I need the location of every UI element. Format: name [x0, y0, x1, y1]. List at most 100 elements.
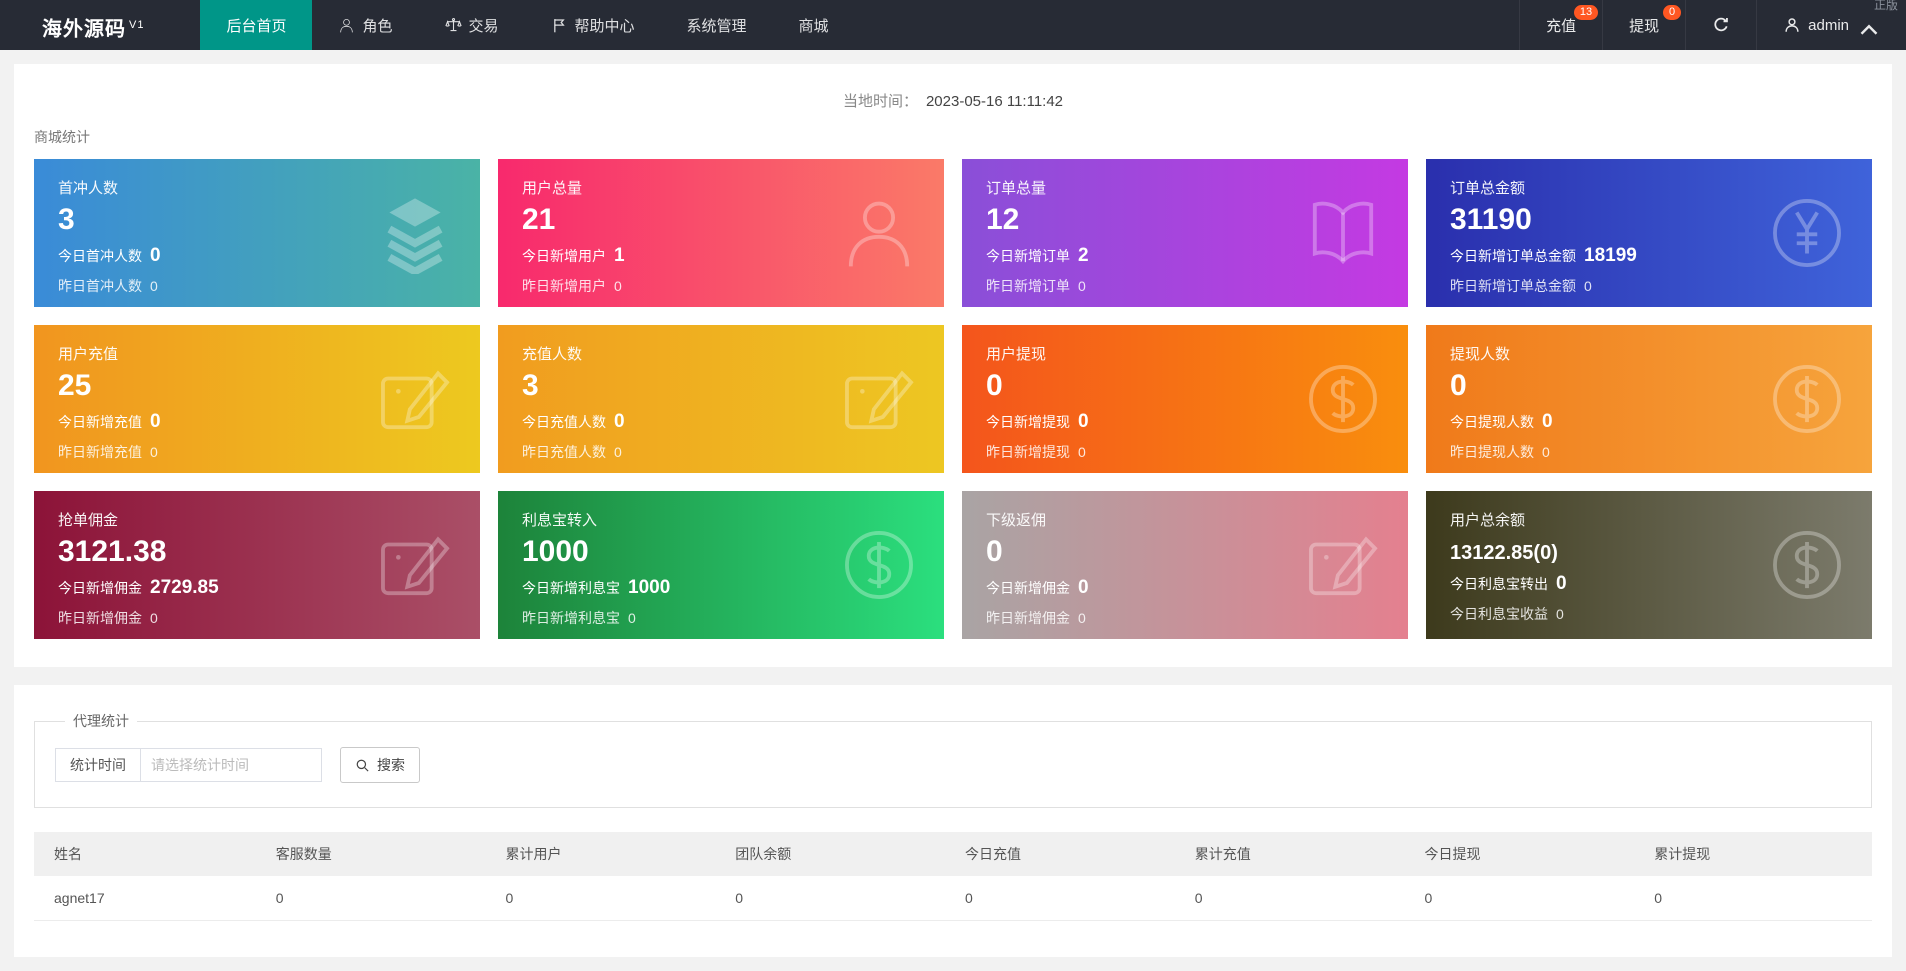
table-cell: 0	[1182, 876, 1413, 921]
stat-card-yesterday-line: 昨日新增利息宝 0	[522, 608, 920, 628]
yesterday-value: 0	[614, 444, 622, 460]
scales-icon	[444, 17, 462, 34]
nav-item-trade[interactable]: 交易	[419, 0, 525, 50]
search-button[interactable]: 搜索	[340, 747, 420, 783]
agent-filter-row: 统计时间 搜索	[55, 747, 1851, 783]
table-row: agnet17 0 0 0 0 0 0 0	[34, 876, 1872, 921]
book-icon	[1302, 192, 1384, 274]
stat-card-sub-rebate: 下级返佣 0 今日新增佣金 0 昨日新增佣金 0	[962, 491, 1408, 639]
recharge-label: 充值	[1546, 17, 1577, 35]
table-header-cell: 累计充值	[1182, 832, 1413, 876]
nav-item-label: 帮助中心	[574, 17, 635, 35]
stat-card-yesterday-line: 昨日新增充值 0	[58, 442, 456, 462]
table-header-cell: 今日提现	[1412, 832, 1643, 876]
brand-logo: 海外源码 V1	[0, 0, 200, 50]
yesterday-value: 0	[150, 610, 158, 626]
stat-card-yesterday-line: 昨日新增订单 0	[986, 276, 1384, 296]
refresh-icon	[1712, 16, 1730, 34]
refresh-button[interactable]	[1685, 0, 1756, 50]
person-icon	[838, 192, 920, 274]
table-cell: 0	[493, 876, 724, 921]
stat-card-yesterday-line: 昨日新增佣金 0	[986, 608, 1384, 628]
flag-icon	[551, 17, 568, 34]
table-header-cell: 今日充值	[953, 832, 1183, 876]
yesterday-value: 0	[614, 278, 622, 294]
table-cell: 0	[1412, 876, 1643, 921]
today-label: 今日新增订单总金额	[1450, 248, 1576, 264]
stat-card-recharge-users: 充值人数 3 今日充值人数 0 昨日充值人数 0	[498, 325, 944, 473]
stat-card-total-order-amount: 订单总金额 31190 今日新增订单总金额 18199 昨日新增订单总金额 0	[1426, 159, 1872, 307]
yesterday-label: 今日利息宝收益	[1450, 606, 1548, 622]
stat-card-user-total-balance: 用户总余额 13122.85(0) 今日利息宝转出 0 今日利息宝收益 0	[1426, 491, 1872, 639]
yesterday-value: 0	[1078, 278, 1086, 294]
search-button-label: 搜索	[377, 757, 405, 773]
top-navbar: 海外源码 V1 后台首页 角色 交易 帮助中心 系统管理 商城 充值 13 提现 0 adm…	[0, 0, 1906, 50]
nav-item-help[interactable]: 帮助中心	[525, 0, 661, 50]
yesterday-value: 0	[1078, 444, 1086, 460]
yesterday-label: 昨日新增利息宝	[522, 610, 620, 626]
stat-card-yesterday-line: 今日利息宝收益 0	[1450, 604, 1848, 624]
yesterday-value: 0	[628, 610, 636, 626]
yesterday-value: 0	[150, 278, 158, 294]
table-header-cell: 客服数量	[263, 832, 494, 876]
today-value: 0	[1078, 411, 1089, 432]
today-value: 0	[150, 411, 161, 432]
edit-icon	[838, 358, 920, 440]
local-time-value: 2023-05-16 11:11:42	[925, 93, 1064, 110]
table-cell: 0	[953, 876, 1183, 921]
nav-item-label: 交易	[468, 17, 499, 35]
dollar-icon	[1302, 358, 1384, 440]
brand-text: 海外源码	[42, 18, 126, 41]
agent-table-head: 姓名 客服数量 累计用户 团队余额 今日充值 累计充值 今日提现 累计提现	[34, 832, 1872, 876]
section-title: 商城统计	[34, 129, 90, 145]
stat-time-input[interactable]	[140, 748, 322, 782]
filter-label: 统计时间	[55, 748, 140, 782]
nav-item-label: 后台首页	[226, 17, 287, 35]
withdraw-label: 提现	[1629, 17, 1660, 35]
stat-card-yesterday-line: 昨日新增订单总金额 0	[1450, 276, 1848, 296]
today-value: 0	[1542, 411, 1553, 432]
today-value: 0	[1556, 573, 1567, 594]
today-label: 今日新增提现	[986, 414, 1070, 430]
local-time: 当地时间： 2023-05-16 11:11:42	[34, 90, 1872, 111]
today-label: 今日新增佣金	[58, 580, 142, 596]
stat-card-first-charge-users: 首冲人数 3 今日首冲人数 0 昨日首冲人数 0	[34, 159, 480, 307]
search-icon	[355, 758, 370, 773]
nav-item-home[interactable]: 后台首页	[200, 0, 313, 50]
table-header-cell: 累计用户	[493, 832, 724, 876]
today-label: 今日利息宝转出	[1450, 576, 1548, 592]
stat-cards-grid: 首冲人数 3 今日首冲人数 0 昨日首冲人数 0 用户总量 21 今日新增用户 1 昨日新增用户 0 订…	[34, 159, 1872, 639]
today-value: 18199	[1584, 245, 1637, 266]
today-value: 2	[1078, 245, 1089, 266]
agent-table-body: agnet17 0 0 0 0 0 0 0	[34, 876, 1872, 921]
yesterday-label: 昨日新增提现	[986, 444, 1070, 460]
nav-item-roles[interactable]: 角色	[312, 0, 418, 50]
nav-item-mall[interactable]: 商城	[773, 0, 855, 50]
yesterday-label: 昨日新增充值	[58, 444, 142, 460]
withdraw-badge: 0	[1663, 5, 1682, 20]
dollar-icon	[1766, 358, 1848, 440]
stat-card-order-commission: 抢单佣金 3121.38 今日新增佣金 2729.85 昨日新增佣金 0	[34, 491, 480, 639]
local-time-label: 当地时间：	[842, 93, 918, 110]
table-cell: agnet17	[34, 876, 264, 921]
stat-card-total-users: 用户总量 21 今日新增用户 1 昨日新增用户 0	[498, 159, 944, 307]
yesterday-label: 昨日新增用户	[522, 278, 606, 294]
stat-card-interest-transfer-in: 利息宝转入 1000 今日新增利息宝 1000 昨日新增利息宝 0	[498, 491, 944, 639]
recharge-button[interactable]: 充值 13	[1519, 0, 1602, 50]
page-content: 当地时间： 2023-05-16 11:11:42 商城统计 首冲人数 3 今日首冲人…	[0, 50, 1906, 971]
dollar-icon	[838, 524, 920, 606]
today-label: 今日新增用户	[522, 248, 606, 264]
table-cell: 0	[723, 876, 953, 921]
withdraw-button[interactable]: 提现 0	[1602, 0, 1685, 50]
nav-item-system[interactable]: 系统管理	[661, 0, 773, 50]
today-label: 今日新增订单	[986, 248, 1070, 264]
today-value: 0	[614, 411, 625, 432]
today-label: 今日新增佣金	[986, 580, 1070, 596]
stat-card-yesterday-line: 昨日首冲人数 0	[58, 276, 456, 296]
yen-icon	[1766, 192, 1848, 274]
main-menu: 后台首页 角色 交易 帮助中心 系统管理 商城	[200, 0, 854, 50]
layers-icon	[374, 192, 456, 274]
yesterday-value: 0	[1584, 278, 1592, 294]
yesterday-value: 0	[1078, 610, 1086, 626]
nav-item-label: 系统管理	[686, 17, 747, 35]
